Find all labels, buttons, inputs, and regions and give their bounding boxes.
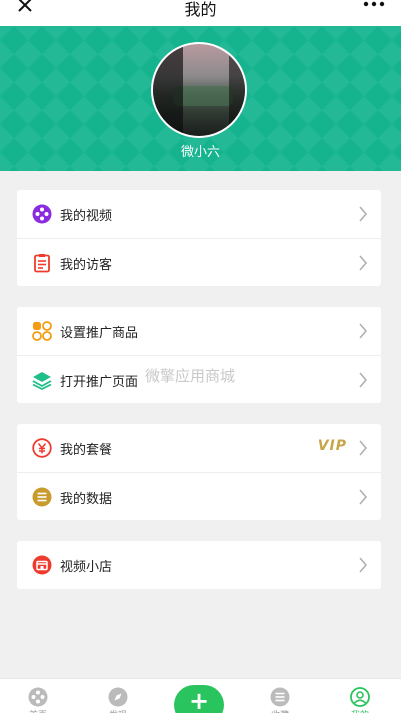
- menu-item-my-data[interactable]: 我的数据: [17, 472, 381, 520]
- menu-item-label: 我的视频: [60, 209, 113, 224]
- shop-icon: [32, 555, 52, 575]
- grid-apps-icon: [32, 321, 52, 341]
- create-button[interactable]: +: [174, 685, 224, 713]
- more-icon[interactable]: [363, 0, 385, 8]
- chevron-right-icon: [359, 323, 368, 339]
- menu-item-label: 设置推广商品: [60, 326, 139, 341]
- vip-badge: VIP: [317, 438, 347, 454]
- menu-item-label: 我的套餐: [60, 443, 113, 458]
- tab-favorites-icon[interactable]: [270, 687, 290, 707]
- tab-discover-icon[interactable]: [108, 687, 128, 707]
- tab-home-label[interactable]: 首页: [18, 708, 58, 713]
- clipboard-list-icon: [34, 254, 50, 273]
- chevron-right-icon: [359, 440, 368, 456]
- menu-item-my-videos[interactable]: 我的视频: [17, 190, 381, 238]
- menu-item-my-visitors[interactable]: 我的访客: [17, 238, 381, 286]
- page-title: 我的: [184, 0, 217, 19]
- chevron-right-icon: [359, 557, 368, 573]
- watermark: 微擎应用商城: [145, 367, 236, 385]
- menu-group-media: 我的视频 我的访客: [17, 190, 381, 286]
- tab-me-icon[interactable]: [350, 687, 370, 707]
- plus-icon: +: [188, 687, 210, 713]
- title-bar: 我的: [0, 0, 401, 26]
- tab-discover-label[interactable]: 发现: [98, 708, 138, 713]
- avatar[interactable]: [151, 42, 247, 138]
- menu-item-label: 视频小店: [60, 560, 113, 575]
- yuan-coin-icon: [32, 438, 52, 458]
- bottom-tab-bar: 首页 发现 + 收藏 我的: [0, 678, 401, 713]
- chevron-right-icon: [359, 255, 368, 271]
- tab-home-icon[interactable]: [28, 687, 48, 707]
- tab-favorites-label[interactable]: 收藏: [260, 708, 300, 713]
- username: 微小六: [180, 145, 220, 160]
- menu-item-video-shop[interactable]: 视频小店: [17, 541, 381, 589]
- menu-item-label: 打开推广页面: [60, 375, 139, 390]
- profile-header: 微小六: [0, 26, 401, 171]
- chevron-right-icon: [359, 372, 368, 388]
- menu-group-account: 我的套餐 VIP 我的数据: [17, 424, 381, 520]
- menu-group-promotion: 设置推广商品 打开推广页面: [17, 307, 381, 403]
- tab-me-label[interactable]: 我的: [340, 708, 380, 713]
- menu-item-my-package[interactable]: 我的套餐 VIP: [17, 424, 381, 472]
- layers-icon: [32, 372, 52, 390]
- chevron-right-icon: [359, 206, 368, 222]
- menu-item-label: 我的访客: [60, 258, 113, 273]
- data-list-icon: [32, 487, 52, 507]
- menu-item-label: 我的数据: [60, 492, 113, 507]
- menu-group-shop: 视频小店: [17, 541, 381, 589]
- chevron-right-icon: [359, 489, 368, 505]
- film-reel-icon: [32, 204, 52, 224]
- menu-item-set-promo-products[interactable]: 设置推广商品: [17, 307, 381, 355]
